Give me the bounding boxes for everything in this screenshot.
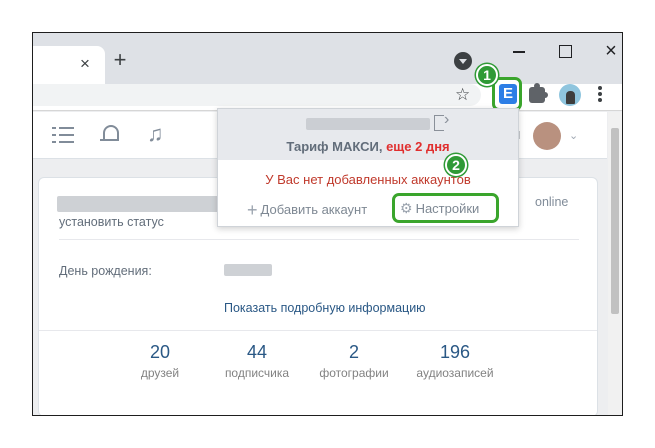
stat-value: 20 [149, 342, 171, 362]
birthday-value-blur [224, 264, 272, 276]
tariff-days: еще 2 дня [386, 139, 450, 154]
address-bar[interactable] [33, 84, 481, 106]
tab-search-icon[interactable] [454, 52, 472, 70]
stat-audio[interactable]: 196 аудиозаписей [410, 341, 500, 383]
window-close-button[interactable]: × [598, 41, 622, 63]
stat-value: 44 [246, 342, 268, 362]
plus-icon: + [247, 200, 258, 220]
stat-label: подписчика [224, 366, 290, 380]
browser-toolbar: ☆ E [33, 77, 622, 111]
chevron-down-icon[interactable]: ⌄ [569, 129, 578, 142]
new-tab-button[interactable]: + [109, 49, 131, 72]
settings-button[interactable]: ⚙ Настройки [392, 193, 499, 223]
add-account-button[interactable]: + Добавить аккаунт [247, 200, 367, 220]
screenshot-frame: × + × ☆ E ♫ ⌄ установить статус online Д… [0, 0, 655, 448]
extension-button[interactable]: E [492, 77, 522, 111]
no-accounts-message: У Вас нет добавленных аккаунтов [265, 172, 471, 187]
step-1-badge: 1 [476, 64, 498, 86]
divider [39, 330, 597, 331]
stat-label: аудиозаписей [416, 366, 494, 380]
stat-value: 196 [439, 342, 471, 362]
step-2-badge: 2 [445, 154, 467, 176]
set-status-link[interactable]: установить статус [59, 215, 164, 229]
scrollbar-thumb[interactable] [611, 128, 619, 314]
scrollbar[interactable] [608, 112, 622, 415]
logout-icon[interactable] [434, 111, 452, 131]
tariff-label: Тариф МАКСИ, [286, 139, 383, 154]
browser-tab[interactable]: × [33, 46, 105, 84]
profile-avatar[interactable] [559, 84, 581, 106]
avatar[interactable] [533, 122, 561, 150]
stat-value: 2 [348, 342, 359, 362]
stat-followers[interactable]: 44 подписчика [212, 341, 302, 383]
profile-stats: 20 друзей 44 подписчика 2 фотографии 196… [119, 341, 494, 391]
tariff-text: Тариф МАКСИ, еще 2 дня [218, 139, 518, 154]
gear-icon: ⚙ [400, 200, 413, 216]
puzzle-icon[interactable] [529, 83, 548, 103]
birthday-label: День рождения: [59, 264, 152, 278]
minimize-button[interactable] [506, 41, 532, 63]
online-status: online [535, 195, 569, 209]
show-more-info-link[interactable]: Показать подробную информацию [224, 301, 426, 315]
maximize-button[interactable] [552, 41, 578, 63]
stat-label: друзей [140, 366, 180, 380]
browser-window: × + × ☆ E ♫ ⌄ установить статус online Д… [32, 32, 623, 416]
stat-label: фотографии [319, 366, 389, 380]
list-icon[interactable] [52, 127, 74, 145]
music-icon[interactable]: ♫ [147, 123, 164, 145]
divider [59, 239, 579, 240]
menu-icon[interactable] [597, 86, 603, 104]
extension-popup: Тариф МАКСИ, еще 2 дня У Вас нет добавле… [217, 108, 519, 227]
tab-close-icon[interactable]: × [75, 54, 95, 74]
stat-photos[interactable]: 2 фотографии [309, 341, 399, 383]
title-bar: × + × [33, 33, 622, 84]
bell-icon[interactable] [100, 125, 120, 147]
popup-header: Тариф МАКСИ, еще 2 дня [218, 109, 518, 160]
account-name-blur [306, 118, 430, 130]
star-icon[interactable]: ☆ [455, 86, 470, 104]
add-account-label: Добавить аккаунт [260, 202, 368, 217]
settings-label: Настройки [415, 201, 480, 216]
stat-friends[interactable]: 20 друзей [115, 341, 205, 383]
extension-icon: E [499, 84, 517, 104]
